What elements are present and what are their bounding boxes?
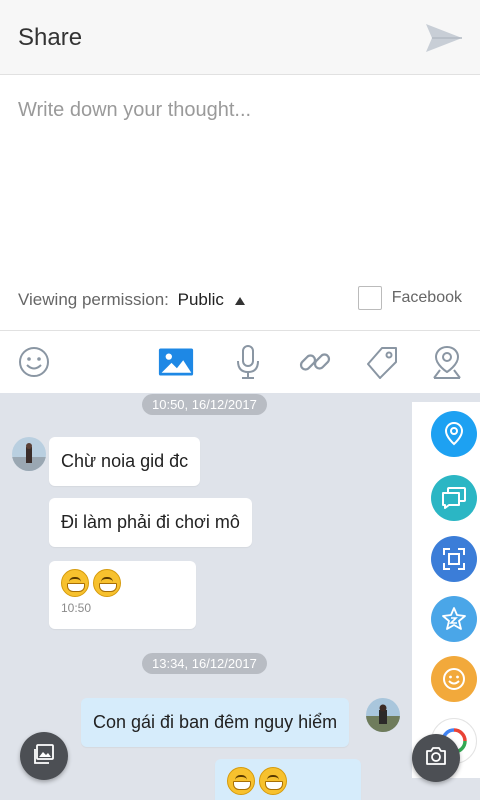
facebook-share-option[interactable]: Facebook	[357, 286, 462, 310]
grin-emoji-icon	[93, 569, 121, 597]
message-bubble[interactable]: Đi làm phải đi chơi mô	[49, 498, 252, 547]
location-icon[interactable]	[429, 344, 465, 380]
header-bar: Share	[0, 0, 480, 75]
image-icon[interactable]	[158, 344, 194, 380]
message-text: Con gái đi ban đêm nguy hiểm	[93, 712, 338, 732]
emoji-icon[interactable]	[16, 344, 52, 380]
link-icon[interactable]	[297, 344, 333, 380]
emoji-row	[49, 561, 196, 601]
facebook-checkbox[interactable]	[357, 286, 382, 310]
timestamp-chip: 10:50, 16/12/2017	[142, 394, 267, 415]
message-text: Đi làm phải đi chơi mô	[61, 512, 240, 532]
avatar[interactable]	[366, 698, 400, 732]
attachment-toolbar	[0, 330, 480, 394]
avatar[interactable]	[12, 437, 46, 471]
thought-input[interactable]: Write down your thought...	[18, 99, 251, 122]
send-icon[interactable]	[424, 20, 464, 56]
chat-preview: 10:50, 16/12/2017 Chừ noia gid đc Đi làm…	[0, 393, 480, 800]
message-time: 10:50	[61, 601, 92, 615]
permission-label: Viewing permission:	[18, 290, 169, 309]
grin-emoji-icon	[227, 767, 255, 795]
tag-icon[interactable]	[364, 344, 400, 380]
dropdown-caret-icon[interactable]	[234, 297, 245, 305]
message-bubble[interactable]: Con gái đi ban đêm nguy hiểm	[81, 698, 350, 747]
grin-emoji-icon	[61, 569, 89, 597]
gallery-button[interactable]	[20, 732, 68, 780]
viewing-permission[interactable]: Viewing permission: Public	[18, 290, 245, 310]
compose-area: Write down your thought... Viewing permi…	[0, 75, 480, 329]
message-bubble[interactable]	[215, 759, 361, 800]
page-title: Share	[18, 24, 83, 51]
message-bubble[interactable]: Chừ noia gid đc	[49, 437, 201, 486]
message-text: Chừ noia gid đc	[61, 451, 189, 471]
location-pin-icon[interactable]	[431, 411, 477, 457]
timestamp-chip: 13:34, 16/12/2017	[142, 653, 267, 674]
message-bubble[interactable]: 10:50	[49, 561, 196, 629]
grin-emoji-icon	[259, 767, 287, 795]
chat-cards-icon[interactable]	[431, 475, 477, 521]
gallery-icon	[32, 742, 56, 771]
emoji-row	[215, 759, 361, 800]
camera-icon	[424, 745, 448, 772]
permission-value[interactable]: Public	[178, 290, 224, 309]
scan-frame-icon[interactable]	[431, 536, 477, 582]
camera-button[interactable]	[412, 734, 460, 782]
smiley-icon[interactable]	[431, 656, 477, 702]
microphone-icon[interactable]	[230, 344, 266, 380]
facebook-label: Facebook	[391, 289, 462, 306]
star-badge-icon[interactable]	[431, 596, 477, 642]
